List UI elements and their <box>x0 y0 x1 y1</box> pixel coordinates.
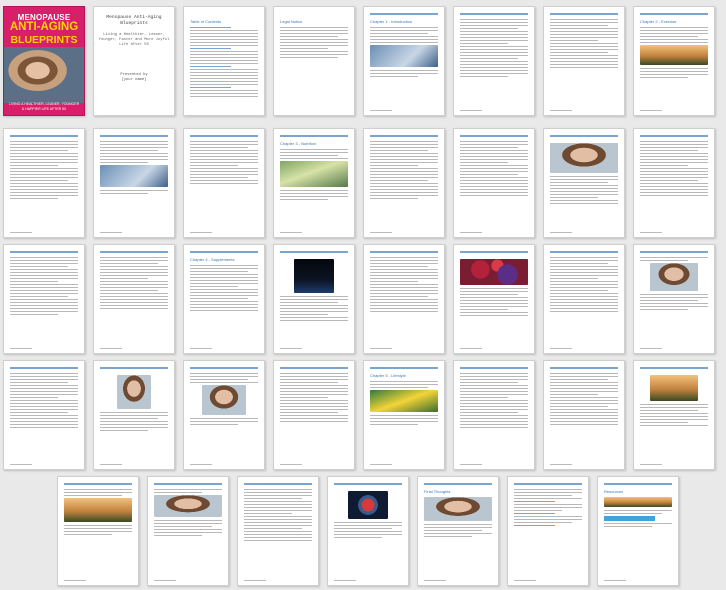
final-heading: Final Thoughts <box>424 489 451 494</box>
page-chapter-1[interactable]: Chapter 1 - Introduction <box>363 6 445 116</box>
page-26[interactable] <box>93 360 175 470</box>
page-resources[interactable]: Resources <box>597 476 679 586</box>
legal-heading: Legal Notice <box>280 19 303 24</box>
page-photo <box>370 45 438 67</box>
ch1-heading: Chapter 1 - Introduction <box>370 19 413 24</box>
page-chapter-5[interactable]: Chapter 5 - Lifestyle <box>363 360 445 470</box>
page-28[interactable] <box>273 360 355 470</box>
page-22[interactable] <box>453 244 535 354</box>
page-photo <box>293 259 335 293</box>
page-photo <box>550 143 618 173</box>
ch4-heading: Chapter 4 - Supplements <box>190 257 235 262</box>
title-page-title: Menopause Anti-Aging Blueprints <box>106 15 162 26</box>
page-16[interactable] <box>633 128 715 238</box>
page-photo <box>347 491 389 519</box>
page-32[interactable] <box>633 360 715 470</box>
toc-heading: Table of Contents <box>190 19 222 24</box>
page-cover[interactable]: MENOPAUSE ANTI-AGING BLUEPRINTS LIVING A… <box>3 6 85 116</box>
title-page-subtitle: Living a Healthier, Leaner, Younger, Fas… <box>98 33 170 47</box>
page-photo <box>650 375 698 401</box>
cover-strapline: LIVING A HEALTHIER, LEANER, YOUNGER & HA… <box>8 102 80 111</box>
page-photo <box>100 165 168 187</box>
page-25[interactable] <box>3 360 85 470</box>
page-6[interactable] <box>453 6 535 116</box>
page-chapter-2[interactable]: Chapter 2 - Exercise <box>633 6 715 116</box>
page-23[interactable] <box>543 244 625 354</box>
cover-photo <box>4 47 84 103</box>
page-38[interactable] <box>507 476 589 586</box>
page-11[interactable] <box>183 128 265 238</box>
page-chapter-4[interactable]: Chapter 4 - Supplements <box>183 244 265 354</box>
page-36[interactable] <box>327 476 409 586</box>
page-24[interactable] <box>633 244 715 354</box>
resources-heading: Resources <box>604 489 624 494</box>
page-final-thoughts[interactable]: Final Thoughts <box>417 476 499 586</box>
page-photo <box>424 497 492 521</box>
page-title[interactable]: Menopause Anti-Aging Blueprints Living a… <box>93 6 175 116</box>
page-35[interactable] <box>237 476 319 586</box>
page-7[interactable] <box>543 6 625 116</box>
page-13[interactable] <box>363 128 445 238</box>
page-14[interactable] <box>453 128 535 238</box>
page-17[interactable] <box>3 244 85 354</box>
page-photo <box>604 497 672 507</box>
page-photo <box>201 385 246 415</box>
page-chapter-3[interactable]: Chapter 3 - Nutrition <box>273 128 355 238</box>
page-34[interactable] <box>147 476 229 586</box>
page-toc[interactable]: Table of Contents <box>183 6 265 116</box>
page-photo <box>64 498 132 522</box>
page-10[interactable] <box>93 128 175 238</box>
page-photo <box>460 259 528 285</box>
page-photo <box>640 45 708 65</box>
page-photo <box>370 390 438 412</box>
ch2-heading: Chapter 2 - Exercise <box>640 19 677 24</box>
page-9[interactable] <box>3 128 85 238</box>
page-15[interactable] <box>543 128 625 238</box>
page-33[interactable] <box>57 476 139 586</box>
page-legal[interactable]: Legal Notice <box>273 6 355 116</box>
page-photo <box>280 161 348 187</box>
page-photo <box>650 263 698 291</box>
page-21[interactable] <box>363 244 445 354</box>
page-31[interactable] <box>543 360 625 470</box>
page-photo <box>117 375 151 409</box>
author-line-2: [your name] <box>121 78 147 82</box>
page-18[interactable] <box>93 244 175 354</box>
page-20[interactable] <box>273 244 355 354</box>
ch3-heading: Chapter 3 - Nutrition <box>280 141 317 146</box>
page-27[interactable] <box>183 360 265 470</box>
resource-link-button[interactable] <box>604 516 655 521</box>
title-page-author: Presented by [your name] <box>98 73 170 83</box>
page-30[interactable] <box>453 360 535 470</box>
cover-title-sub: BLUEPRINTS <box>10 34 78 46</box>
cover-title-main: ANTI-AGING <box>9 21 79 33</box>
page-photo <box>154 495 222 517</box>
ch5-heading: Chapter 5 - Lifestyle <box>370 373 406 378</box>
